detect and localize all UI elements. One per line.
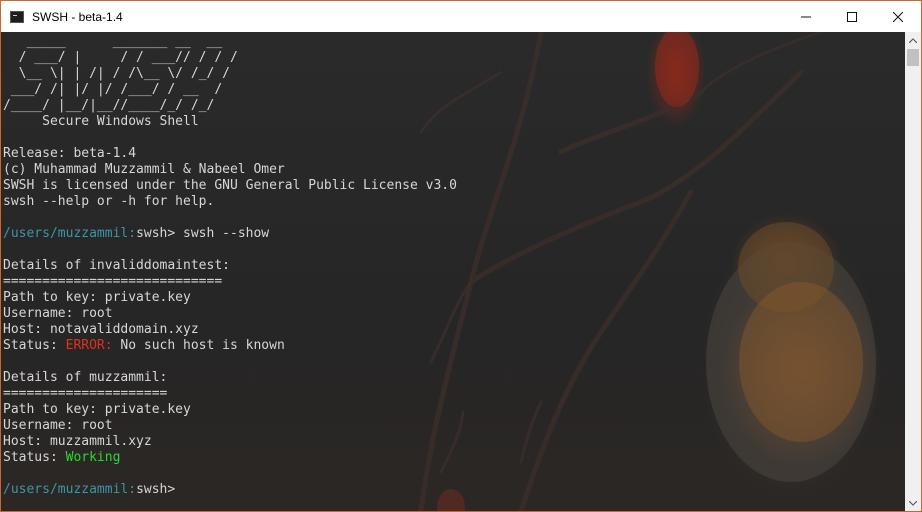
close-icon [893,11,903,22]
status-error: ERROR: [65,338,113,353]
window-title: SWSH - beta-1.4 [32,9,123,24]
scroll-thumb[interactable] [907,49,919,66]
title-bar[interactable]: SWSH - beta-1.4 [1,1,921,32]
window-controls [783,1,921,32]
entry-status-label: Status: [3,338,66,353]
terminal-text: _____ _______ __ __ / ___/ | / / ___// /… [3,34,457,498]
entry-status-label: Status: [3,450,66,465]
scroll-down-button[interactable] [905,495,921,511]
prompt-prefix: swsh> [136,482,184,497]
entry-key-line: Path to key: private.key [3,290,191,305]
terminal-window: SWSH - beta-1.4 _____ _______ __ __ / __… [0,0,922,512]
chevron-up-icon [909,37,917,43]
vertical-scrollbar[interactable] [905,32,921,511]
entry-host-line: Host: muzzammil.xyz [3,434,152,449]
entry-separator: ============================ [3,274,223,289]
banner-line-4: ___/ /| |/ |/ /___/ / __ / [3,82,223,97]
minimize-icon [801,16,811,17]
entry-separator: ===================== [3,386,168,401]
entry-user-line: Username: root [3,306,113,321]
prompt-prefix: swsh> [136,226,184,241]
entry-host-line: Host: notavaliddomain.xyz [3,322,199,337]
banner-subtitle: Secure Windows Shell [3,114,199,129]
entry-key-line: Path to key: private.key [3,402,191,417]
banner-line-5: /____/ |__/|__//____/_/ /_/ [3,98,215,113]
minimize-button[interactable] [783,1,829,32]
status-message: No such host is known [112,338,285,353]
chevron-down-icon [909,500,917,506]
close-button[interactable] [875,1,921,32]
prompt-path: /users/muzzammil: [3,482,137,497]
command-text: swsh --show [183,226,270,241]
prompt-path: /users/muzzammil: [3,226,137,241]
entry-header: Details of invaliddomaintest: [3,258,230,273]
maximize-button[interactable] [829,1,875,32]
copyright-line: (c) Muhammad Muzzammil & Nabeel Omer [3,162,285,177]
status-working: Working [65,450,121,465]
banner-line-3: \__ \| | /| / /\__ \/ /_/ / [3,66,230,81]
help-line: swsh --help or -h for help. [3,194,215,209]
banner-line-1: _____ _______ __ __ [3,34,223,49]
terminal-output-area[interactable]: _____ _______ __ __ / ___/ | / / ___// /… [1,32,905,511]
license-line: SWSH is licensed under the GNU General P… [3,178,457,193]
console-app-icon [10,10,24,23]
entry-header: Details of muzzammil: [3,370,168,385]
banner-line-2: / ___/ | / / ___// / / / [3,50,238,65]
entry-user-line: Username: root [3,418,113,433]
scroll-up-button[interactable] [905,32,921,48]
maximize-icon [847,11,857,22]
release-line: Release: beta-1.4 [3,146,137,161]
